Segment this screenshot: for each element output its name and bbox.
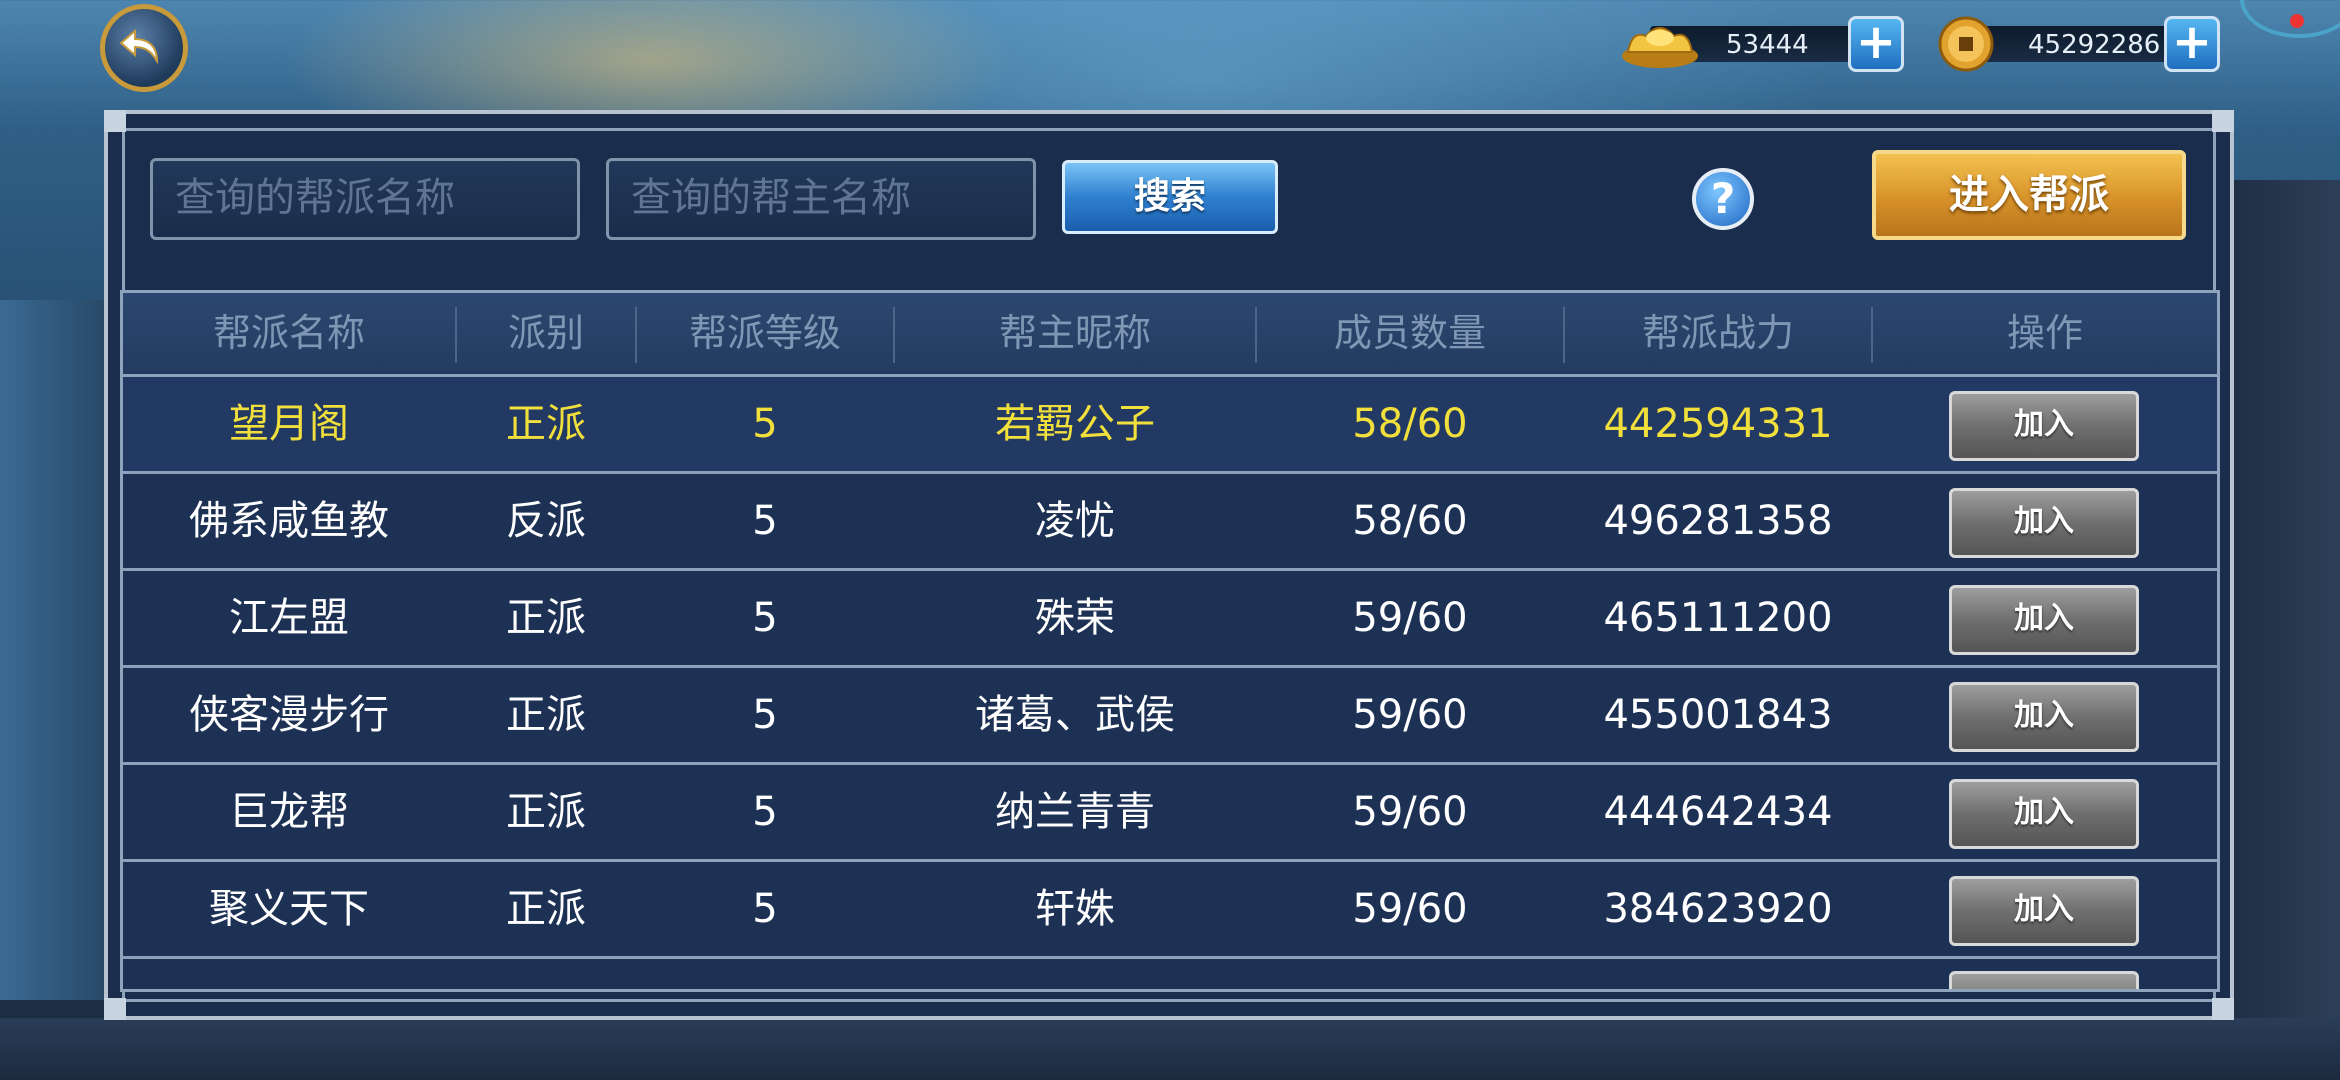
guild-leader: 凌忧: [1035, 498, 1115, 544]
guild-faction: 正派: [506, 886, 586, 932]
guild-level: 5: [752, 789, 778, 835]
notification-dot: [2290, 14, 2304, 28]
guild-leader: 诸葛、武侯: [975, 692, 1175, 738]
header-leader: 帮主昵称: [998, 311, 1151, 355]
guild-power: 444642434: [1603, 789, 1833, 835]
header-power: 帮派战力: [1641, 311, 1794, 355]
panel-corner-ornament: [104, 998, 126, 1020]
guild-level: 5: [752, 692, 778, 738]
guild-faction: 正派: [506, 401, 586, 447]
search-button[interactable]: 搜索: [1062, 160, 1278, 234]
coin-resource: 45292286 +: [1936, 16, 2226, 72]
guild-power: 384623920: [1603, 886, 1833, 932]
guild-members: 59/60: [1352, 595, 1468, 641]
table-row[interactable]: 佛系咸鱼教 反派 5 凌忧 58/60 496281358 加入: [123, 474, 2217, 571]
guild-leader: 殊荣: [1035, 595, 1115, 641]
panel-corner-ornament: [2212, 998, 2234, 1020]
copper-coin-icon: [1938, 16, 1994, 72]
join-button[interactable]: 加入: [1949, 488, 2139, 558]
guild-name: 聚义天下: [209, 886, 369, 932]
join-button[interactable]: 加入: [1949, 391, 2139, 461]
leader-name-search-input[interactable]: 查询的帮主名称: [606, 158, 1036, 240]
guild-faction: 反派: [506, 498, 586, 544]
join-button[interactable]: 加入: [1949, 876, 2139, 946]
guild-name: 佛系咸鱼教: [189, 498, 389, 544]
gold-value: 53444: [1726, 30, 1809, 60]
header-guild-name: 帮派名称: [212, 311, 365, 355]
table-header: 帮派名称 派别 帮派等级 帮主昵称 成员数量 帮派战力 操作: [123, 293, 2217, 377]
guild-power: 455001843: [1603, 692, 1833, 738]
header-faction: 派别: [507, 311, 584, 355]
plus-icon: +: [2171, 14, 2213, 70]
guild-members: 58/60: [1352, 498, 1468, 544]
plus-icon: +: [1855, 14, 1897, 70]
guild-leader: 轩姝: [1035, 886, 1115, 932]
guild-name: 巨龙帮: [229, 789, 349, 835]
table-row[interactable]: 巨龙帮 正派 5 纳兰青青 59/60 444642434 加入: [123, 765, 2217, 862]
guild-power: 442594331: [1603, 401, 1833, 447]
help-icon[interactable]: ?: [1692, 168, 1754, 230]
guild-name: 望月阁: [229, 401, 349, 447]
background-bottom: [0, 1018, 2340, 1080]
guild-level: 5: [752, 886, 778, 932]
table-row[interactable]: 望月阁 正派 5 若羁公子 58/60 442594331 加入: [123, 377, 2217, 474]
coin-plus-button[interactable]: +: [2164, 16, 2220, 72]
guild-table: 帮派名称 派别 帮派等级 帮主昵称 成员数量 帮派战力 操作 望月阁 正派 5 …: [120, 290, 2220, 992]
join-button-partial: [1949, 971, 2139, 989]
gold-ingot-icon: [1622, 27, 1698, 68]
guild-name: 江左盟: [229, 595, 349, 641]
guild-members: 59/60: [1352, 692, 1468, 738]
guild-members: 59/60: [1352, 886, 1468, 932]
guild-power: 496281358: [1603, 498, 1833, 544]
guild-level: 5: [752, 498, 778, 544]
guild-leader: 若羁公子: [995, 401, 1155, 447]
guild-level: 5: [752, 595, 778, 641]
join-button[interactable]: 加入: [1949, 779, 2139, 849]
guild-name: 侠客漫步行: [189, 692, 389, 738]
header-action: 操作: [2006, 311, 2083, 355]
back-button[interactable]: [100, 4, 188, 92]
guild-faction: 正派: [506, 595, 586, 641]
guild-level: 5: [752, 401, 778, 447]
table-row[interactable]: 聚义天下 正派 5 轩姝 59/60 384623920 加入: [123, 862, 2217, 959]
join-button[interactable]: 加入: [1949, 585, 2139, 655]
search-section: 查询的帮派名称 查询的帮主名称 搜索 ? 进入帮派: [120, 124, 2220, 272]
enter-guild-button[interactable]: 进入帮派: [1872, 150, 2186, 240]
join-button[interactable]: 加入: [1949, 682, 2139, 752]
header-members: 成员数量: [1333, 311, 1486, 355]
guild-power: 465111200: [1603, 595, 1833, 641]
table-row[interactable]: 江左盟 正派 5 殊荣 59/60 465111200 加入: [123, 571, 2217, 668]
gold-plus-button[interactable]: +: [1848, 16, 1904, 72]
back-arrow-icon: [119, 28, 159, 65]
coin-value: 45292286: [2028, 30, 2161, 60]
guild-leader: 纳兰青青: [995, 789, 1155, 835]
table-row-partial: [123, 959, 2217, 989]
gold-resource: 53444 +: [1620, 16, 1910, 72]
guild-faction: 正派: [506, 789, 586, 835]
header-level: 帮派等级: [688, 311, 841, 355]
guild-name-search-input[interactable]: 查询的帮派名称: [150, 158, 580, 240]
guild-members: 59/60: [1352, 789, 1468, 835]
background-right: [2232, 180, 2340, 1040]
guild-members: 58/60: [1352, 401, 1468, 447]
background-left: [0, 300, 110, 1000]
table-row[interactable]: 侠客漫步行 正派 5 诸葛、武侯 59/60 455001843 加入: [123, 668, 2217, 765]
guild-faction: 正派: [506, 692, 586, 738]
